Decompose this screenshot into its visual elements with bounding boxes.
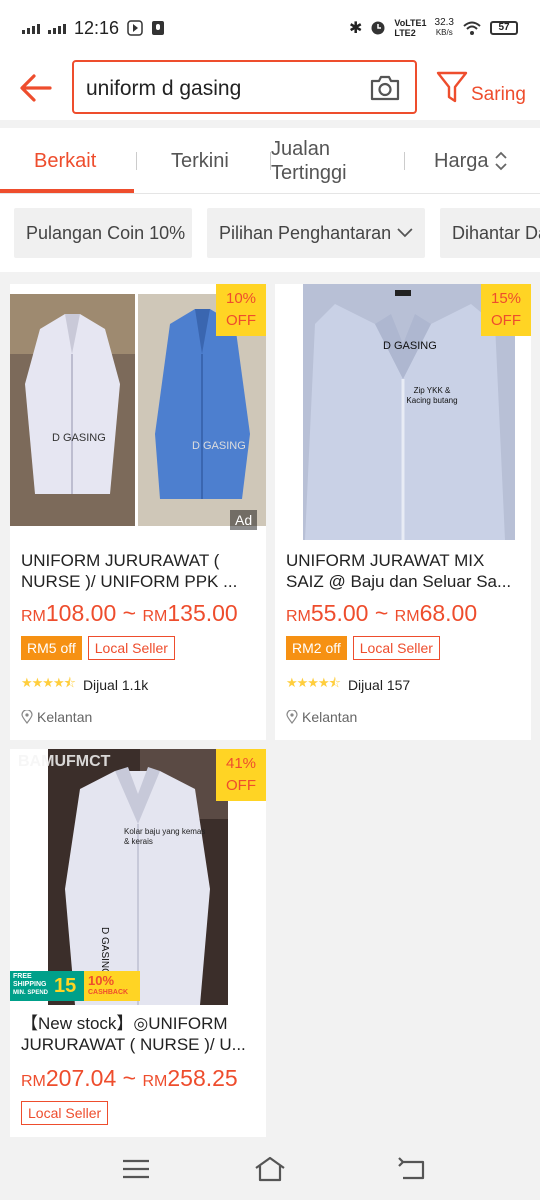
lte-indicator: VoLTE1 LTE2 bbox=[394, 18, 427, 38]
signal-icon-2 bbox=[48, 22, 66, 34]
mic-notification-icon bbox=[152, 21, 165, 35]
product-rating: ★★★★⯪ Dijual 157 bbox=[286, 674, 410, 696]
clock: 12:16 bbox=[74, 17, 120, 38]
location-pin-icon bbox=[21, 710, 33, 724]
tab-divider bbox=[136, 152, 137, 170]
location-pin-icon bbox=[286, 710, 298, 724]
tab-price[interactable]: Harga bbox=[434, 128, 508, 194]
promo-banner: FREE SHIPPING MIN. SPEND 15 10% CASHBACK bbox=[10, 971, 140, 1001]
star-rating-icon: ★★★★⯪ bbox=[286, 675, 341, 690]
product-price: RM108.00 ~ RM135.00 bbox=[21, 600, 238, 626]
home-icon[interactable] bbox=[253, 1154, 287, 1184]
local-seller-badge: Local Seller bbox=[87, 636, 175, 660]
product-card[interactable]: BAMUFMCT Kolar baju yang kemas & kerais … bbox=[10, 749, 266, 1137]
product-title: 【New stock】◎UNIFORM JURURAWAT ( NURSE )/… bbox=[21, 1014, 246, 1054]
tab-relevant[interactable]: Berkait bbox=[34, 128, 96, 194]
filter-label: Saring bbox=[471, 84, 526, 105]
signal-icon bbox=[22, 22, 40, 34]
back-arrow-icon[interactable] bbox=[18, 70, 54, 106]
alarm-icon bbox=[371, 21, 385, 35]
product-title: UNIFORM JURAWAT MIX SAIZ @ Baju dan Selu… bbox=[286, 551, 512, 591]
product-title: UNIFORM JURURAWAT ( NURSE )/ UNIFORM PPK… bbox=[21, 551, 238, 591]
battery-icon: 57 bbox=[490, 21, 518, 35]
watermark-text: D GASING bbox=[99, 927, 110, 976]
filter-button[interactable]: Saring bbox=[434, 66, 534, 110]
product-location: Kelantan bbox=[286, 709, 357, 725]
camera-icon[interactable] bbox=[369, 74, 401, 102]
filter-chips: Pulangan Coin 10% Pilihan Penghantaran D… bbox=[0, 194, 540, 272]
ad-tag: Ad bbox=[230, 510, 258, 530]
back-nav-icon[interactable] bbox=[395, 1154, 429, 1184]
local-seller-badge: Local Seller bbox=[352, 636, 440, 660]
active-tab-indicator bbox=[0, 189, 134, 193]
product-price: RM55.00 ~ RM68.00 bbox=[286, 600, 478, 626]
system-nav-bar bbox=[0, 1140, 540, 1200]
tab-divider bbox=[404, 152, 405, 170]
sold-count: Dijual 157 bbox=[347, 677, 411, 693]
sort-tabs: Berkait Terkini Jualan Tertinggi Harga bbox=[0, 128, 540, 194]
product-card[interactable]: D GASING D GASING 10% OFF Ad UNIFORM JUR… bbox=[10, 284, 266, 740]
voucher-badge: RM5 off bbox=[21, 636, 82, 660]
sold-count: Dijual 1.1k bbox=[82, 677, 149, 693]
watermark-text: BAMUFMCT bbox=[18, 753, 111, 770]
wifi-icon bbox=[463, 21, 481, 35]
chevron-down-icon bbox=[397, 228, 413, 238]
tab-latest[interactable]: Terkini bbox=[171, 128, 229, 194]
watermark-text: D GASING bbox=[383, 340, 437, 352]
discount-badge: 10% OFF bbox=[216, 284, 266, 336]
watermark-text: D GASING bbox=[52, 432, 106, 444]
search-query: uniform d gasing bbox=[86, 77, 242, 100]
image-note: Zip YKK & Kacing butang bbox=[406, 386, 458, 405]
sort-arrows-icon bbox=[495, 151, 508, 171]
image-note: Kolar baju yang kemas & kerais bbox=[124, 827, 206, 846]
chip-ships-from[interactable]: Dihantar Da bbox=[440, 208, 540, 258]
star-rating-icon: ★★★★⯪ bbox=[21, 675, 76, 690]
search-header: uniform d gasing Saring bbox=[0, 56, 540, 120]
status-bar: 12:16 ✱ VoLTE1 LTE2 32.3 KB/s 57 bbox=[0, 0, 540, 56]
network-speed: 32.3 KB/s bbox=[434, 17, 454, 38]
bluetooth-icon: ✱ bbox=[348, 20, 363, 37]
discount-badge: 41% OFF bbox=[216, 749, 266, 801]
chip-coin-cashback[interactable]: Pulangan Coin 10% bbox=[14, 208, 192, 258]
chip-delivery-option[interactable]: Pilihan Penghantaran bbox=[207, 208, 425, 258]
product-card[interactable]: D GASING Zip YKK & Kacing butang 15% OFF… bbox=[275, 284, 531, 740]
filter-icon bbox=[436, 71, 468, 103]
product-price: RM207.04 ~ RM258.25 bbox=[21, 1065, 238, 1091]
play-icon bbox=[127, 20, 143, 36]
local-seller-badge: Local Seller bbox=[21, 1101, 109, 1125]
search-input[interactable]: uniform d gasing bbox=[72, 60, 417, 114]
tab-top-sales[interactable]: Jualan Tertinggi bbox=[271, 128, 381, 194]
product-rating: ★★★★⯪ Dijual 1.1k bbox=[21, 674, 148, 696]
watermark-text: D GASING bbox=[192, 440, 246, 452]
menu-icon[interactable] bbox=[119, 1154, 153, 1184]
discount-badge: 15% OFF bbox=[481, 284, 531, 336]
product-location: Kelantan bbox=[21, 709, 92, 725]
voucher-badge: RM2 off bbox=[286, 636, 347, 660]
